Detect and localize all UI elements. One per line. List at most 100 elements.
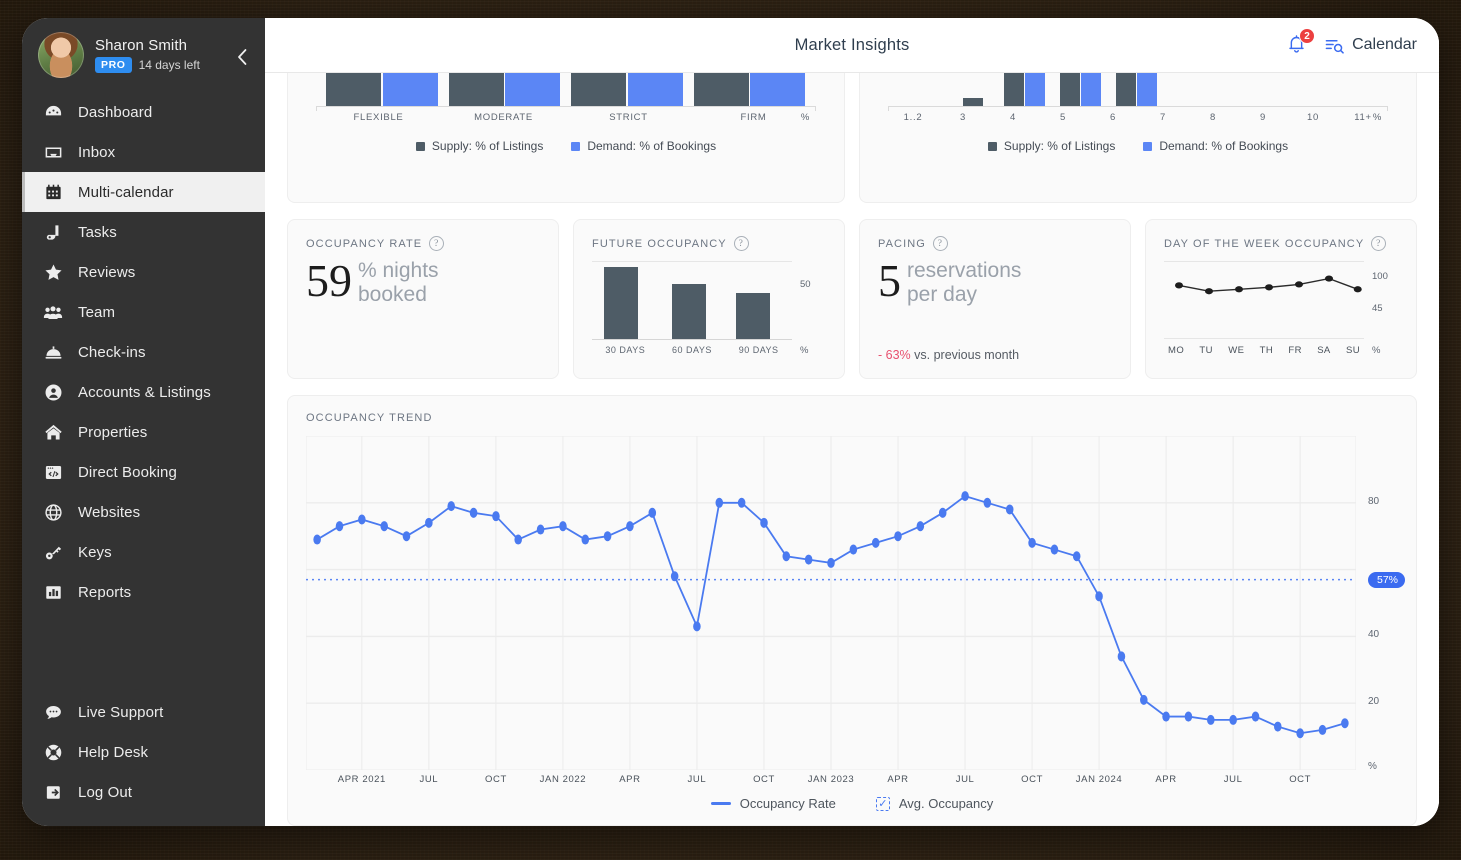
sidebar-item-team[interactable]: Team [22, 292, 265, 332]
sidebar-item-dashboard[interactable]: Dashboard [22, 92, 265, 132]
legend-item-demand[interactable]: Demand: % of Bookings [571, 139, 716, 153]
sidebar-item-check-ins[interactable]: Check-ins [22, 332, 265, 372]
legend-item-demand[interactable]: Demand: % of Bookings [1143, 139, 1288, 153]
sidebar-item-tasks[interactable]: Tasks [22, 212, 265, 252]
legend-item-supply[interactable]: Supply: % of Listings [987, 139, 1115, 153]
notifications-button[interactable]: 2 [1286, 28, 1316, 57]
trend-point[interactable] [894, 531, 902, 542]
sidebar-item-websites[interactable]: Websites [22, 492, 265, 532]
trend-point[interactable] [559, 521, 567, 532]
bar-demand[interactable] [382, 73, 438, 106]
trend-point[interactable] [715, 497, 724, 508]
bar-demand[interactable] [627, 73, 683, 106]
bar-demand[interactable] [1137, 73, 1157, 106]
user-profile[interactable]: Sharon Smith PRO 14 days left [22, 18, 265, 92]
trend-point[interactable] [1162, 711, 1170, 722]
trend-point[interactable] [1072, 551, 1081, 562]
trend-point[interactable] [804, 554, 813, 565]
trend-point[interactable] [782, 551, 791, 562]
trend-point[interactable] [670, 571, 679, 582]
trend-point[interactable] [961, 491, 969, 502]
trend-point[interactable] [871, 537, 880, 548]
trend-point[interactable] [760, 517, 768, 528]
trend-point[interactable] [938, 507, 947, 518]
sidebar-item-inbox[interactable]: Inbox [22, 132, 265, 172]
sidebar-item-help-desk[interactable]: Help Desk [22, 732, 265, 772]
trend-point[interactable] [1341, 718, 1349, 729]
bar-supply[interactable] [326, 73, 381, 106]
help-icon[interactable]: ? [932, 236, 948, 251]
trend-point[interactable] [1028, 537, 1036, 548]
trend-point[interactable] [626, 521, 634, 532]
bar-90-days[interactable] [736, 293, 770, 339]
trend-point[interactable] [1095, 591, 1103, 602]
checkbox-icon[interactable]: ✓ [875, 796, 890, 811]
trend-point[interactable] [737, 497, 746, 508]
bar-demand[interactable] [1025, 73, 1045, 106]
trend-point[interactable] [827, 557, 835, 568]
sidebar-item-keys[interactable]: Keys [22, 532, 265, 572]
trend-point[interactable] [581, 534, 590, 545]
trend-point[interactable] [335, 521, 344, 532]
help-icon[interactable]: ? [429, 236, 445, 251]
bar-demand[interactable] [1081, 73, 1101, 106]
bar-60-days[interactable] [672, 284, 706, 339]
day-of-week-plot[interactable] [1164, 261, 1364, 339]
trend-point[interactable] [1005, 504, 1014, 515]
bar-30-days[interactable] [604, 267, 638, 339]
sidebar-item-reviews[interactable]: Reviews [22, 252, 265, 292]
bar-supply[interactable] [571, 73, 626, 106]
sidebar-item-properties[interactable]: Properties [22, 412, 265, 452]
bar-supply[interactable] [693, 73, 749, 106]
trend-point[interactable] [603, 531, 612, 542]
sidebar-item-log-out[interactable]: Log Out [22, 772, 265, 812]
trend-point[interactable] [1296, 728, 1304, 739]
trend-point[interactable] [1117, 651, 1126, 662]
trend-point[interactable] [1229, 714, 1237, 725]
trend-point[interactable] [849, 544, 858, 555]
trend-point[interactable] [693, 621, 701, 632]
trend-point[interactable] [916, 521, 925, 532]
bar-supply[interactable] [963, 98, 983, 106]
trend-point[interactable] [1273, 721, 1282, 732]
trend-point[interactable] [358, 514, 366, 525]
bar-supply[interactable] [448, 73, 504, 106]
bar-supply[interactable] [1060, 73, 1080, 106]
sidebar-item-multi-calendar[interactable]: Multi-calendar [22, 172, 265, 212]
legend-item-avg-occupancy[interactable]: ✓ Avg. Occupancy [875, 796, 993, 811]
trend-point[interactable] [983, 497, 992, 508]
help-icon[interactable]: ? [733, 236, 749, 251]
sidebar-item-live-support[interactable]: Live Support [22, 692, 265, 732]
trend-point[interactable] [313, 534, 321, 545]
sidebar-item-direct-booking[interactable]: Direct Booking [22, 452, 265, 492]
bar-supply[interactable] [1004, 73, 1024, 106]
trend-point[interactable] [1251, 711, 1260, 722]
bar-supply[interactable] [1116, 73, 1136, 106]
trend-point[interactable] [1318, 724, 1327, 735]
trend-point[interactable] [1050, 544, 1059, 555]
bar-demand[interactable] [750, 73, 805, 106]
legend-item-occupancy-rate[interactable]: Occupancy Rate [710, 796, 836, 811]
sidebar-item-reports[interactable]: Reports [22, 572, 265, 612]
trend-point[interactable] [1207, 714, 1215, 725]
avg-occupancy-badge[interactable]: 57% [1368, 571, 1406, 588]
trend-point[interactable] [514, 534, 522, 545]
trend-point[interactable] [1140, 694, 1148, 705]
dashboard-scroll-area[interactable]: FLEXIBLE MODERATE STRICT FIRM % Supply: … [265, 73, 1439, 826]
calendar-button[interactable]: Calendar [1324, 36, 1417, 55]
trend-point[interactable] [402, 531, 411, 542]
help-icon[interactable]: ? [1371, 236, 1387, 251]
trend-point[interactable] [648, 507, 657, 518]
collapse-sidebar-icon[interactable] [233, 48, 251, 66]
trend-point[interactable] [492, 511, 500, 522]
trend-plot-area[interactable] [306, 436, 1356, 770]
trend-point[interactable] [425, 517, 433, 528]
trend-point[interactable] [380, 521, 389, 532]
trend-point[interactable] [1184, 711, 1193, 722]
sidebar-item-accounts-listings[interactable]: Accounts & Listings [22, 372, 265, 412]
trend-point[interactable] [447, 501, 455, 512]
bar-demand[interactable] [505, 73, 560, 106]
trend-point[interactable] [469, 507, 478, 518]
trend-point[interactable] [536, 524, 545, 535]
legend-item-supply[interactable]: Supply: % of Listings [415, 139, 543, 153]
